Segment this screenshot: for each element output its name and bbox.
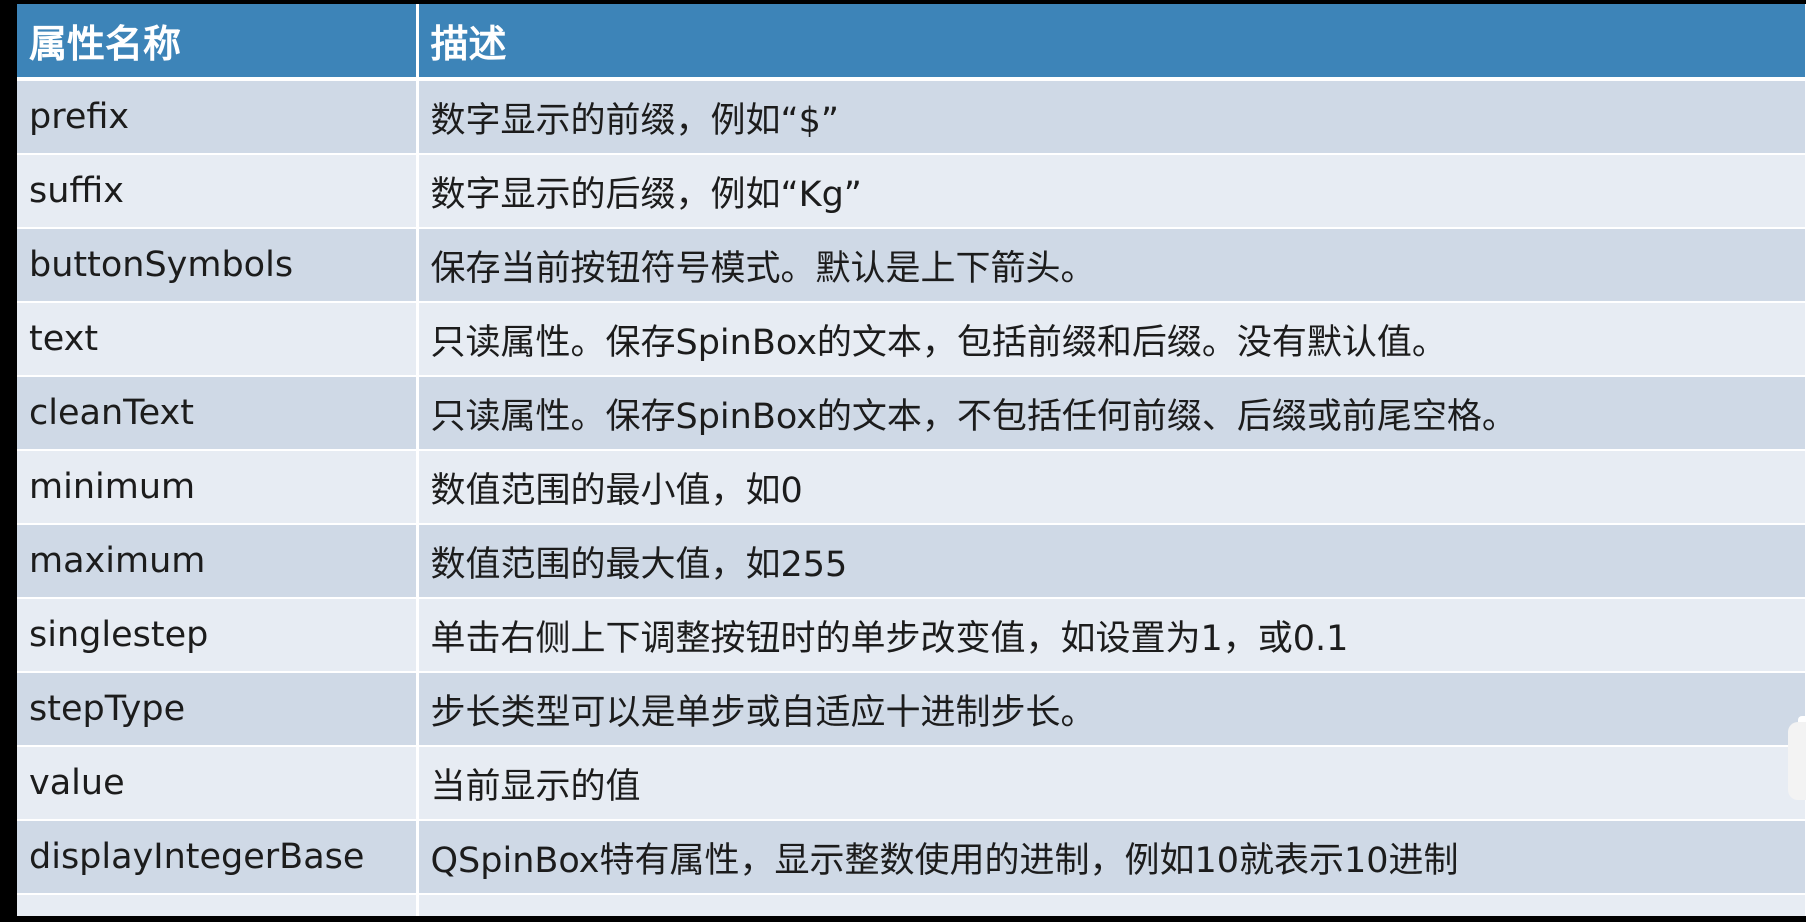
- table-row-partial: [17, 894, 1806, 918]
- description-cell: QSpinBox特有属性，显示整数使用的进制，例如10就表示10进制: [417, 820, 1806, 895]
- table-row: cleanText 只读属性。保存SpinBox的文本，不包括任何前缀、后缀或前…: [17, 376, 1806, 451]
- table-row: singlestep 单击右侧上下调整按钮时的单步改变值，如设置为1，或0.1: [17, 598, 1806, 673]
- description-cell: 单击右侧上下调整按钮时的单步改变值，如设置为1，或0.1: [417, 598, 1806, 673]
- side-scroll-handle[interactable]: [1788, 722, 1806, 800]
- table-row: suffix 数字显示的后缀，例如“Kg”: [17, 154, 1806, 229]
- table-row: prefix 数字显示的前缀，例如“$”: [17, 79, 1806, 155]
- property-name-cell: singlestep: [17, 598, 419, 673]
- header-description: 描述: [417, 4, 1806, 81]
- table-row: buttonSymbols 保存当前按钮符号模式。默认是上下箭头。: [17, 228, 1806, 303]
- property-name-cell: stepType: [17, 672, 419, 747]
- description-cell: 数字显示的后缀，例如“Kg”: [417, 154, 1806, 229]
- table-row: displayIntegerBase QSpinBox特有属性，显示整数使用的进…: [17, 820, 1806, 895]
- table-row: text 只读属性。保存SpinBox的文本，包括前缀和后缀。没有默认值。: [17, 302, 1806, 377]
- property-name-cell: [17, 894, 419, 918]
- table-row: value 当前显示的值: [17, 746, 1806, 821]
- property-name-cell: cleanText: [17, 376, 419, 451]
- property-name-cell: text: [17, 302, 419, 377]
- property-name-cell: prefix: [17, 79, 419, 155]
- slide-frame: 属性名称 描述 prefix 数字显示的前缀，例如“$” suffix 数字显示…: [0, 0, 1806, 922]
- header-property-name: 属性名称: [17, 4, 419, 81]
- property-name-cell: value: [17, 746, 419, 821]
- property-name-cell: displayIntegerBase: [17, 820, 419, 895]
- property-name-cell: buttonSymbols: [17, 228, 419, 303]
- description-cell: 当前显示的值: [417, 746, 1806, 821]
- bottom-edge: [0, 916, 1806, 922]
- properties-table: 属性名称 描述 prefix 数字显示的前缀，例如“$” suffix 数字显示…: [17, 4, 1806, 918]
- property-name-cell: suffix: [17, 154, 419, 229]
- description-cell: 只读属性。保存SpinBox的文本，包括前缀和后缀。没有默认值。: [417, 302, 1806, 377]
- description-cell: 数字显示的前缀，例如“$”: [417, 79, 1806, 155]
- description-cell: [417, 894, 1806, 918]
- table-header-row: 属性名称 描述: [17, 4, 1806, 81]
- description-cell: 数值范围的最小值，如0: [417, 450, 1806, 525]
- description-cell: 数值范围的最大值，如255: [417, 524, 1806, 599]
- description-cell: 保存当前按钮符号模式。默认是上下箭头。: [417, 228, 1806, 303]
- description-cell: 只读属性。保存SpinBox的文本，不包括任何前缀、后缀或前尾空格。: [417, 376, 1806, 451]
- table-row: stepType 步长类型可以是单步或自适应十进制步长。: [17, 672, 1806, 747]
- property-name-cell: minimum: [17, 450, 419, 525]
- properties-table-container: 属性名称 描述 prefix 数字显示的前缀，例如“$” suffix 数字显示…: [17, 4, 1806, 918]
- property-name-cell: maximum: [17, 524, 419, 599]
- table-row: minimum 数值范围的最小值，如0: [17, 450, 1806, 525]
- table-row: maximum 数值范围的最大值，如255: [17, 524, 1806, 599]
- description-cell: 步长类型可以是单步或自适应十进制步长。: [417, 672, 1806, 747]
